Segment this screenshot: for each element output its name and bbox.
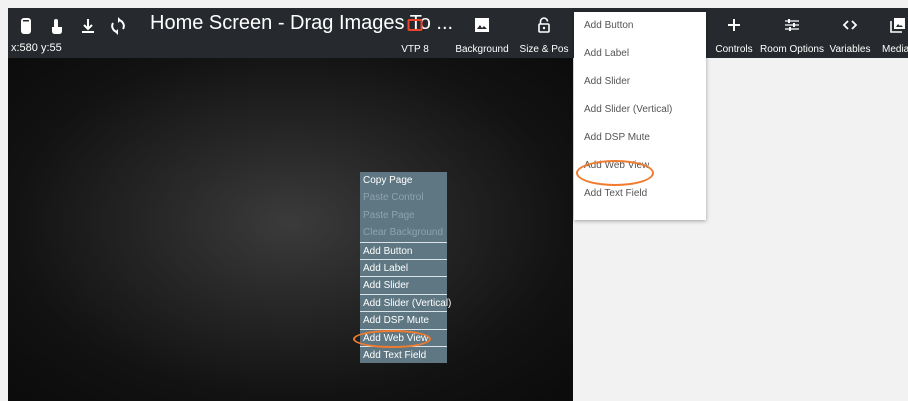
image-icon bbox=[474, 17, 490, 33]
sync-icon[interactable] bbox=[109, 17, 127, 35]
download-icon[interactable] bbox=[79, 17, 97, 35]
dd-add-label[interactable]: Add Label bbox=[574, 40, 706, 68]
ctx-add-text-field[interactable]: Add Text Field bbox=[360, 345, 447, 363]
tablet-outline-icon bbox=[407, 17, 423, 33]
dd-add-button[interactable]: Add Button bbox=[574, 12, 706, 40]
media-button[interactable]: Media bbox=[878, 8, 908, 58]
variables-button[interactable]: Variables bbox=[826, 8, 874, 58]
ctx-add-slider[interactable]: Add Slider bbox=[360, 276, 447, 293]
phone-icon[interactable] bbox=[17, 17, 35, 35]
controls-button[interactable]: Controls bbox=[711, 8, 757, 58]
dd-add-slider[interactable]: Add Slider bbox=[574, 68, 706, 96]
device-label: VTP 8 bbox=[401, 44, 429, 55]
controls-dropdown-menu: Add Button Add Label Add Slider Add Slid… bbox=[574, 12, 706, 220]
device-vtp8-button[interactable]: VTP 8 bbox=[390, 8, 440, 58]
background-label: Background bbox=[455, 44, 509, 55]
dd-add-text-field[interactable]: Add Text Field bbox=[574, 180, 706, 208]
ctx-add-button[interactable]: Add Button bbox=[360, 241, 447, 259]
context-menu-highlight-ring bbox=[353, 330, 431, 348]
variables-label: Variables bbox=[829, 44, 871, 55]
plus-icon bbox=[726, 17, 742, 33]
touch-hand-icon[interactable] bbox=[48, 17, 66, 35]
ctx-copy-page[interactable]: Copy Page bbox=[360, 172, 447, 189]
size-pos-label: Size & Pos bbox=[519, 44, 569, 55]
dropdown-highlight-ring bbox=[576, 160, 654, 186]
dd-add-slider-vertical[interactable]: Add Slider (Vertical) bbox=[574, 96, 706, 124]
ctx-add-slider-vertical[interactable]: Add Slider (Vertical) bbox=[360, 293, 451, 311]
room-options-label: Room Options bbox=[760, 44, 824, 55]
controls-label: Controls bbox=[715, 44, 753, 55]
design-canvas[interactable] bbox=[8, 58, 573, 401]
background-button[interactable]: Background bbox=[449, 8, 515, 58]
ctx-add-label[interactable]: Add Label bbox=[360, 258, 447, 276]
ctx-paste-control: Paste Control bbox=[363, 192, 424, 204]
ctx-paste-page: Paste Page bbox=[363, 209, 415, 221]
ctx-add-dsp-mute[interactable]: Add DSP Mute bbox=[360, 311, 447, 328]
code-icon bbox=[842, 17, 858, 33]
media-label: Media bbox=[882, 44, 908, 55]
dd-add-dsp-mute[interactable]: Add DSP Mute bbox=[574, 124, 706, 152]
top-toolbar: Home Screen - Drag Images To ... x:580 y… bbox=[8, 8, 908, 58]
media-icon bbox=[890, 17, 906, 33]
lock-icon bbox=[536, 17, 552, 33]
cursor-coordinates: x:580 y:55 bbox=[11, 42, 62, 54]
size-pos-button[interactable]: Size & Pos bbox=[515, 8, 573, 58]
room-options-button[interactable]: Room Options bbox=[760, 8, 824, 58]
ctx-clear-background: Clear Background bbox=[363, 227, 444, 239]
sliders-icon bbox=[784, 17, 800, 33]
